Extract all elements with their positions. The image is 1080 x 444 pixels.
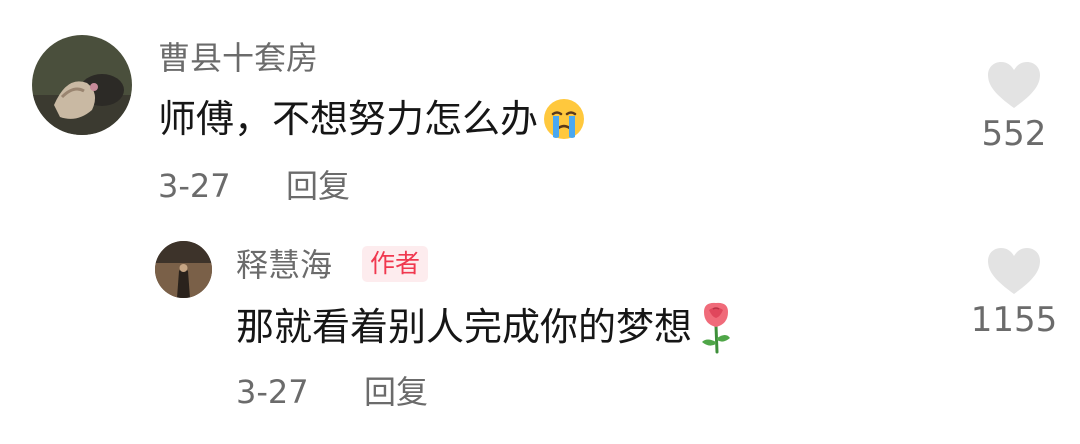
heart-icon[interactable] bbox=[959, 246, 1069, 296]
author-badge: 作者 bbox=[362, 246, 429, 282]
like-count: 552 bbox=[981, 114, 1047, 154]
commenter-username[interactable]: 曹县十套房 bbox=[158, 38, 318, 78]
heart-icon[interactable] bbox=[959, 60, 1069, 110]
rose-emoji-icon bbox=[696, 300, 736, 354]
reply-button[interactable]: 回复 bbox=[286, 166, 350, 206]
reply-text: 那就看着别人完成你的梦想 bbox=[236, 300, 736, 354]
reply-like-button[interactable]: 1155 bbox=[959, 246, 1069, 340]
comment-text: 师傅，不想努力怎么办 bbox=[158, 95, 586, 143]
author-username[interactable]: 释慧海 bbox=[236, 245, 332, 285]
reply-date: 3-27 bbox=[236, 373, 309, 411]
like-button[interactable]: 552 bbox=[959, 60, 1069, 154]
reply-reply-button[interactable]: 回复 bbox=[364, 372, 428, 412]
reply-like-count: 1155 bbox=[970, 300, 1058, 340]
commenter-avatar[interactable] bbox=[32, 35, 132, 135]
comment-date: 3-27 bbox=[158, 167, 231, 205]
reply-text-content: 那就看着别人完成你的梦想 bbox=[236, 305, 693, 349]
author-avatar[interactable] bbox=[155, 241, 212, 298]
crying-face-emoji-icon bbox=[542, 97, 586, 141]
comment-text-content: 师傅，不想努力怎么办 bbox=[158, 97, 539, 141]
